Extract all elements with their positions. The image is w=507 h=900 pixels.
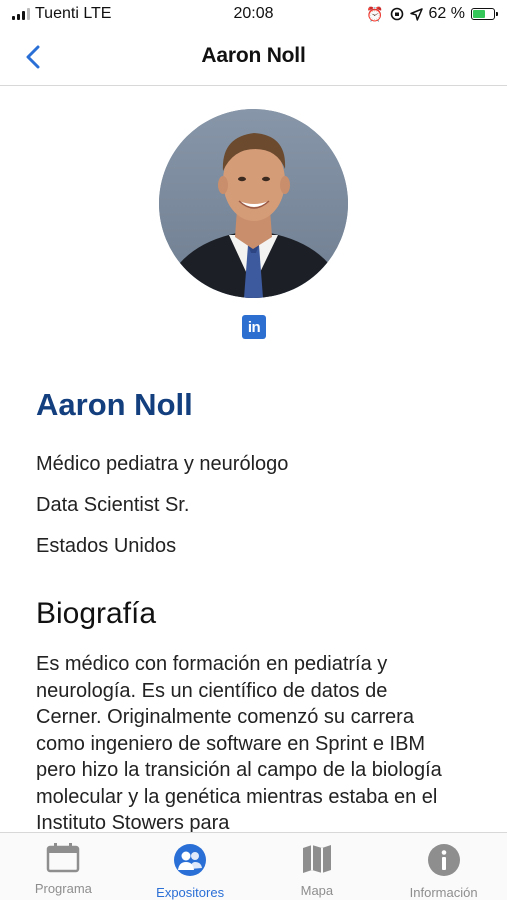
tab-bar: Programa Expositores Mapa Información (0, 832, 507, 900)
orientation-lock-icon (390, 7, 403, 21)
info-icon (427, 844, 460, 876)
speaker-detail-content[interactable]: in Aaron Noll Médico pediatra y neurólog… (0, 87, 507, 832)
location-icon (409, 7, 423, 21)
signal-icon (12, 8, 30, 20)
tab-label: Expositores (156, 885, 225, 900)
linkedin-icon: in (247, 318, 261, 336)
alarm-icon: ⏰ (366, 5, 384, 22)
back-button[interactable] (18, 40, 48, 74)
speaker-name: Aaron Noll (36, 387, 193, 422)
speaker-role: Data Scientist Sr. (36, 494, 190, 516)
carrier-label: Tuenti LTE (35, 5, 112, 22)
navigation-bar: Aaron Noll (0, 28, 507, 86)
tab-programa[interactable]: Programa (0, 833, 127, 900)
linkedin-button[interactable]: in (242, 315, 266, 339)
page-title: Aaron Noll (201, 44, 306, 67)
battery-fill (473, 10, 486, 18)
tab-expositores[interactable]: Expositores (127, 833, 254, 900)
status-bar: Tuenti LTE 20:08 ⏰ 62 % (0, 0, 507, 28)
calendar-icon (47, 843, 80, 873)
biography-text: Es médico con formación en pediatría y n… (36, 653, 442, 832)
speaker-photo (159, 109, 348, 298)
biography-title: Biografía (36, 597, 157, 630)
battery-icon (471, 8, 498, 20)
tab-informacion[interactable]: Información (380, 833, 507, 900)
tab-label: Programa (34, 881, 92, 896)
chevron-left-icon (26, 45, 40, 69)
avatar (159, 109, 348, 298)
status-right-group: ⏰ 62 % (366, 5, 498, 23)
battery-percent: 62 % (428, 5, 465, 22)
speaker-specialty: Médico pediatra y neurólogo (36, 453, 289, 475)
tab-label: Información (409, 885, 478, 900)
tab-label: Mapa (300, 883, 334, 898)
speakers-icon (174, 844, 207, 876)
map-icon (302, 845, 331, 873)
speaker-country: Estados Unidos (36, 535, 177, 557)
tab-mapa[interactable]: Mapa (254, 833, 381, 900)
